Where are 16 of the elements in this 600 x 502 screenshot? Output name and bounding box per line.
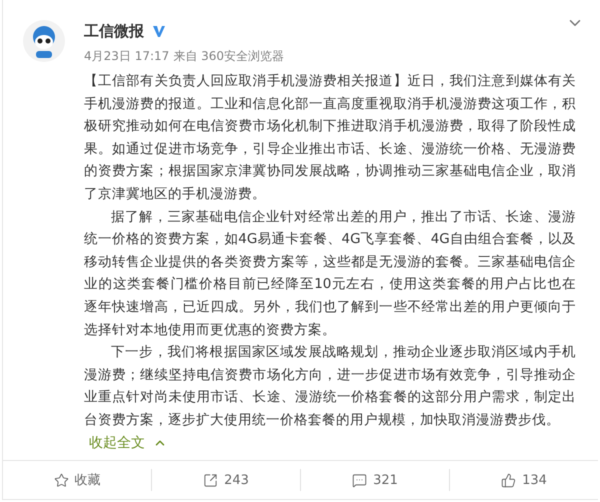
star-icon [54,472,68,488]
post-paragraph: 下一步，我们将根据国家区域发展战略规划，推动企业逐步取消区域内手机漫游费；继续坚持电信资费市场化方向，进一步促进市场有效竞争，引导推动企业重点针对尚未使用市话、长途、漫游统一价格套餐的这部分用户需求，制定出台资费方案，逐步扩大使用统一价格套餐的用户规模，加快取消漫游费步伐。 [84,343,576,430]
post-paragraph: 据了解，三家基础电信企业针对经常出差的用户，推出了市话、长途、漫游统一价格的资费方案，如4G易通卡套餐、4G飞享套餐、4G自由组合套餐，以及移动转售企业提供的各类资费方案等，这些都是无漫游的套餐。三家基础电信企业的这类套餐门槛价格目前已经降至10元左右，使用这类套餐的用户占比也在逐年快速增高，已近四成。另外，我们也了解到一些不经常出差的用户更倾向于选择针对本地使用而更优惠的资费方案。 [84,208,576,340]
thumbs-up-icon [501,472,516,488]
like-button[interactable]: 134 [449,469,598,491]
author-name[interactable]: 工信微报 [84,22,144,40]
favorite-button[interactable]: 收藏 [3,469,151,491]
avatar-icon[interactable] [23,20,65,62]
share-icon [203,472,218,488]
repost-button[interactable]: 243 [151,469,300,491]
post-time[interactable]: 4月23日 17:17 [84,48,170,66]
post-source: 来自 360安全浏览器 [173,48,284,65]
post-paragraph: 【工信部有关负责人回应取消手机漫游费相关报道】近日，我们注意到媒体有关手机漫游费的报道。工业和信息化部一直高度重视取消手机漫游费这项工作，积极研究推动如何在电信资费市场化机制下推进取消手机漫游费，取得了阶段性成果。如通过促进市场竞争，引导企业推出市话、长途、漫游统一价格、无漫游费的资费方案；根据国家京津冀协同发展战略，协调推动三家基础电信企业，取消了京津冀地区的手机漫游费。 [84,72,576,204]
comment-button[interactable]: 321 [300,469,449,491]
comment-icon [352,472,368,488]
collapse-link[interactable]: 收起全文 [89,434,167,452]
